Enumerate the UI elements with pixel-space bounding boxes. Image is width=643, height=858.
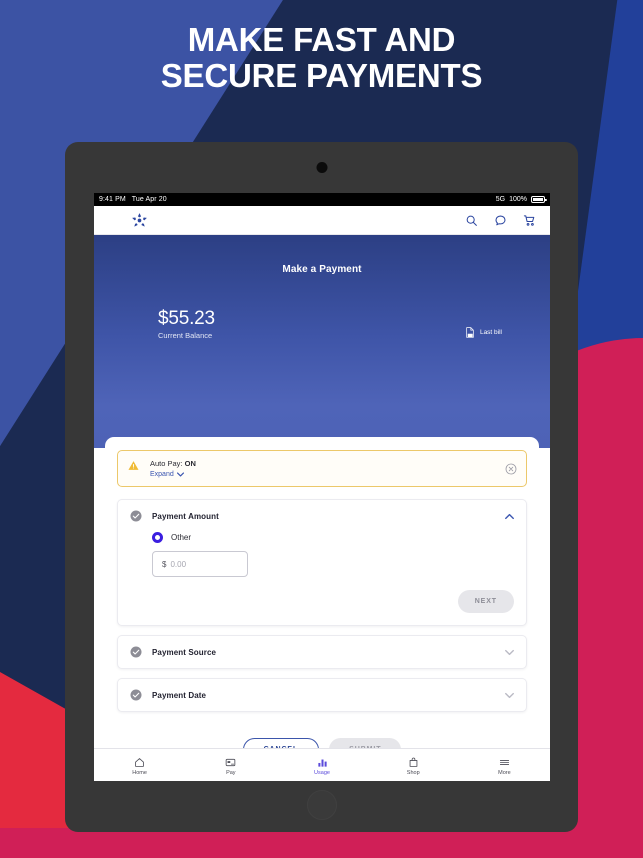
home-icon <box>134 755 145 768</box>
section-title: Payment Amount <box>152 511 219 521</box>
app-bar-actions <box>465 214 536 227</box>
amount-placeholder: 0.00 <box>170 559 187 569</box>
last-bill-label: Last bill <box>479 329 502 336</box>
section-header-payment-amount[interactable]: Payment Amount <box>118 500 526 532</box>
background-crimson-floor <box>0 828 643 858</box>
amount-input[interactable]: $ 0.00 <box>152 551 248 577</box>
status-bar: 9:41 PM Tue Apr 20 5G 100% <box>94 193 550 206</box>
tab-label: Pay <box>226 769 236 776</box>
balance-label: Current Balance <box>158 331 213 340</box>
search-icon[interactable] <box>465 214 478 227</box>
tab-label: Home <box>132 769 147 776</box>
autopay-prefix: Auto Pay: <box>150 459 185 468</box>
autopay-status-text: Auto Pay: ON <box>150 459 196 468</box>
battery-icon <box>531 196 547 203</box>
pdf-document-icon <box>466 327 474 338</box>
amount-option-other[interactable]: Other <box>152 532 514 543</box>
chevron-down-icon[interactable] <box>505 648 514 657</box>
tab-label: Usage <box>314 769 330 776</box>
section-header-payment-source[interactable]: Payment Source <box>118 636 526 668</box>
more-menu-icon <box>499 755 510 768</box>
app-top-bar <box>94 206 550 235</box>
autopay-state: ON <box>184 459 196 468</box>
headline-line-2: SECURE PAYMENTS <box>160 57 483 94</box>
promo-graphic: MAKE FAST AND SECURE PAYMENTS 9:41 PM Tu… <box>0 0 643 858</box>
front-camera <box>316 162 327 173</box>
status-date: Tue Apr 20 <box>131 196 167 203</box>
star-logo-icon[interactable] <box>131 212 148 229</box>
cart-icon[interactable] <box>523 214 536 227</box>
section-payment-source: Payment Source <box>117 635 527 669</box>
tab-shop[interactable]: Shop <box>368 755 459 776</box>
autopay-banner: Auto Pay: ON Expand <box>117 450 527 487</box>
bottom-tab-bar: Home Pay Usage Shop More <box>94 748 550 781</box>
tab-pay[interactable]: Pay <box>185 755 276 776</box>
shop-bag-icon <box>408 755 419 768</box>
home-button[interactable] <box>306 790 337 820</box>
status-battery-percent: 100% <box>509 196 527 203</box>
chevron-down-icon[interactable] <box>505 691 514 700</box>
check-circle-icon <box>130 510 142 522</box>
balance-amount: $55.23 <box>158 308 215 329</box>
promo-headline: MAKE FAST AND SECURE PAYMENTS <box>0 22 643 94</box>
close-circle-icon[interactable] <box>505 463 517 475</box>
status-network: 5G <box>495 196 506 203</box>
check-circle-icon <box>130 646 142 658</box>
tab-home[interactable]: Home <box>94 755 185 776</box>
chevron-down-icon <box>176 472 184 477</box>
tab-label: More <box>498 769 511 776</box>
section-header-payment-date[interactable]: Payment Date <box>118 679 526 711</box>
chat-icon[interactable] <box>494 214 507 227</box>
headline-line-1: MAKE FAST AND <box>187 21 456 58</box>
payment-sheet: Auto Pay: ON Expand Payment Amount Other… <box>105 437 539 781</box>
autopay-expand-link[interactable]: Expand <box>150 471 196 478</box>
payment-hero: Make a Payment $55.23 Current Balance La… <box>94 235 550 448</box>
section-title: Payment Source <box>152 647 217 657</box>
chevron-up-icon[interactable] <box>505 512 514 521</box>
radio-other-selected[interactable] <box>152 532 163 543</box>
pay-card-icon <box>225 755 236 768</box>
warning-triangle-icon <box>128 461 139 470</box>
radio-other-label: Other <box>171 533 192 542</box>
page-title: Make a Payment <box>282 264 362 275</box>
tab-label: Shop <box>406 769 420 776</box>
status-time: 9:41 PM <box>99 196 126 203</box>
autopay-expand-label: Expand <box>150 471 174 478</box>
currency-symbol: $ <box>162 559 167 569</box>
tablet-device-frame: 9:41 PM Tue Apr 20 5G 100% Make a Paymen… <box>65 142 578 832</box>
section-title: Payment Date <box>152 690 207 700</box>
last-bill-link[interactable]: Last bill <box>465 327 502 340</box>
balance-row: $55.23 Current Balance Last bill <box>94 308 550 340</box>
section-payment-date: Payment Date <box>117 678 527 712</box>
check-circle-icon <box>130 689 142 701</box>
tablet-screen: 9:41 PM Tue Apr 20 5G 100% Make a Paymen… <box>94 193 550 781</box>
tab-more[interactable]: More <box>459 755 550 776</box>
usage-bars-icon <box>317 755 328 768</box>
tab-usage[interactable]: Usage <box>276 755 367 776</box>
section-body-payment-amount: Other $ 0.00 NEXT <box>118 532 526 625</box>
section-payment-amount: Payment Amount Other $ 0.00 NEXT <box>117 499 527 626</box>
next-button[interactable]: NEXT <box>457 590 514 613</box>
